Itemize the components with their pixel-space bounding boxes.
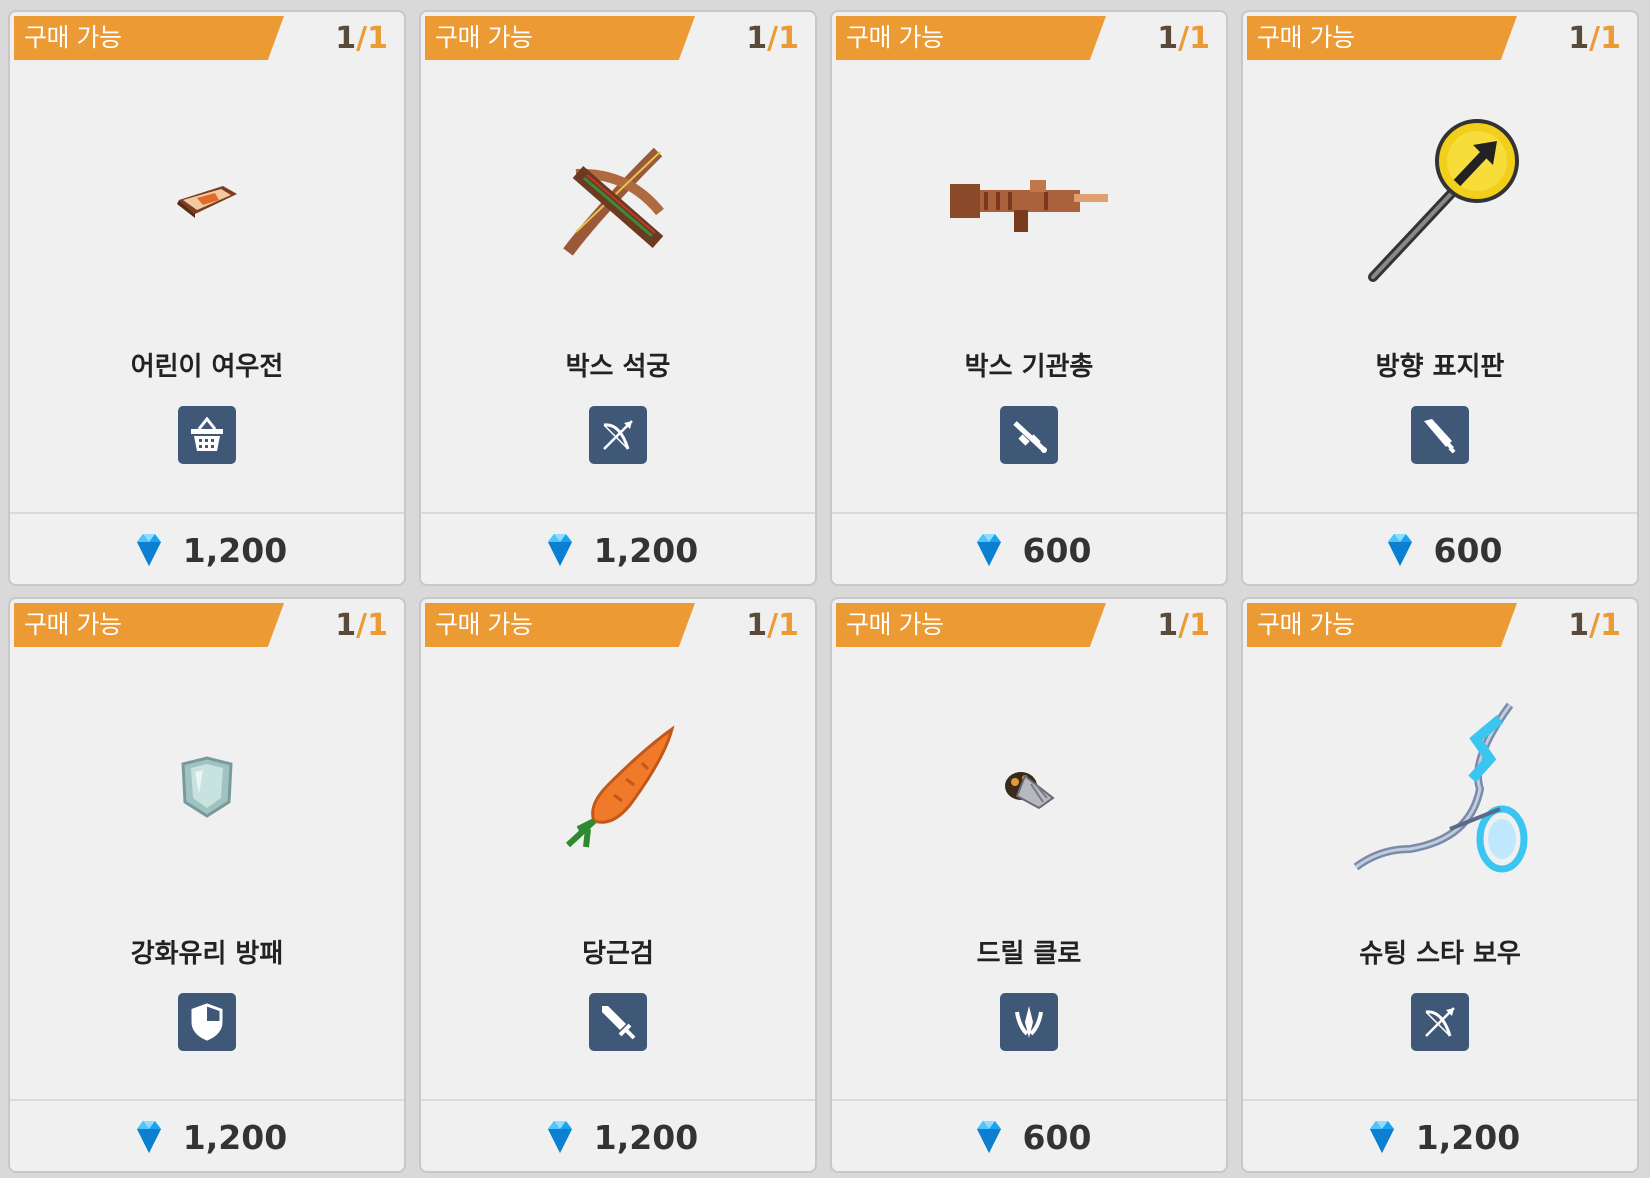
price-row: 1,200: [10, 522, 404, 578]
price-row: 600: [1243, 522, 1637, 578]
availability-ribbon: 구매 가능: [14, 16, 284, 60]
gem-icon: [1369, 1121, 1394, 1153]
gem-icon: [976, 534, 1001, 566]
price-row: 1,200: [10, 1109, 404, 1165]
price-value: 1,200: [593, 530, 699, 570]
stock-count: 1/1: [335, 608, 388, 643]
sword-icon: [589, 993, 647, 1051]
direction-sign-icon: [1243, 82, 1637, 322]
stock-count: 1/1: [746, 21, 799, 56]
price-value: 600: [1433, 530, 1503, 570]
item-name: 강화유리 방패: [130, 939, 284, 969]
item-name: 박스 석궁: [565, 352, 671, 382]
basket-icon: [178, 406, 236, 464]
item-name: 어린이 여우전: [130, 352, 284, 382]
price-row: 600: [832, 522, 1226, 578]
divider: [421, 512, 815, 514]
shop-item-card[interactable]: 구매 가능 1/1 당근검 1,200: [419, 597, 817, 1173]
price-value: 600: [1022, 530, 1092, 570]
availability-ribbon: 구매 가능: [425, 603, 695, 647]
machine-gun-icon: [832, 82, 1226, 322]
shop-grid: 구매 가능 1/1 어린이 여우전 1,200 구매 가능 1/1 박스 석궁 …: [0, 0, 1650, 1178]
availability-ribbon: 구매 가능: [836, 16, 1106, 60]
price-value: 1,200: [182, 530, 288, 570]
shop-item-card[interactable]: 구매 가능 1/1 박스 기관총 600: [830, 10, 1228, 586]
availability-ribbon: 구매 가능: [836, 603, 1106, 647]
shooting-star-bow-icon: [1243, 669, 1637, 909]
stock-count: 1/1: [335, 21, 388, 56]
divider: [10, 512, 404, 514]
price-value: 1,200: [1415, 1117, 1521, 1157]
carrot-sword-icon: [421, 669, 815, 909]
shop-item-card[interactable]: 구매 가능 1/1 어린이 여우전 1,200: [8, 10, 406, 586]
stock-count: 1/1: [1568, 21, 1621, 56]
crossbow-icon: [421, 82, 815, 322]
gem-icon: [547, 1121, 572, 1153]
item-name: 드릴 클로: [976, 939, 1082, 969]
claw-icon: [1000, 993, 1058, 1051]
divider: [10, 1099, 404, 1101]
item-name: 박스 기관총: [964, 352, 1094, 382]
divider: [832, 512, 1226, 514]
item-name: 방향 표지판: [1375, 352, 1505, 382]
gem-icon: [547, 534, 572, 566]
price-value: 1,200: [182, 1117, 288, 1157]
shop-item-card[interactable]: 구매 가능 1/1 방향 표지판 600: [1241, 10, 1639, 586]
divider: [421, 1099, 815, 1101]
stock-count: 1/1: [1157, 608, 1210, 643]
stock-count: 1/1: [1157, 21, 1210, 56]
availability-ribbon: 구매 가능: [1247, 603, 1517, 647]
divider: [1243, 512, 1637, 514]
stock-count: 1/1: [746, 608, 799, 643]
shield-icon: [178, 993, 236, 1051]
availability-ribbon: 구매 가능: [425, 16, 695, 60]
blade-icon: [1411, 406, 1469, 464]
availability-ribbon: 구매 가능: [1247, 16, 1517, 60]
bow-icon: [1411, 993, 1469, 1051]
price-value: 600: [1022, 1117, 1092, 1157]
fox-book-icon: [10, 82, 404, 322]
stock-count: 1/1: [1568, 608, 1621, 643]
shop-item-card[interactable]: 구매 가능 1/1 강화유리 방패 1,200: [8, 597, 406, 1173]
gem-icon: [1387, 534, 1412, 566]
shop-item-card[interactable]: 구매 가능 1/1 슈팅 스타 보우 1,200: [1241, 597, 1639, 1173]
availability-ribbon: 구매 가능: [14, 603, 284, 647]
gem-icon: [136, 1121, 161, 1153]
price-row: 600: [832, 1109, 1226, 1165]
shop-item-card[interactable]: 구매 가능 1/1 박스 석궁 1,200: [419, 10, 817, 586]
bow-icon: [589, 406, 647, 464]
divider: [832, 1099, 1226, 1101]
gem-icon: [136, 534, 161, 566]
item-name: 당근검: [582, 939, 654, 969]
item-name: 슈팅 스타 보우: [1359, 939, 1521, 969]
price-row: 1,200: [1243, 1109, 1637, 1165]
price-row: 1,200: [421, 522, 815, 578]
price-value: 1,200: [593, 1117, 699, 1157]
divider: [1243, 1099, 1637, 1101]
gun-icon: [1000, 406, 1058, 464]
drill-claw-icon: [832, 669, 1226, 909]
glass-shield-icon: [10, 669, 404, 909]
gem-icon: [976, 1121, 1001, 1153]
shop-item-card[interactable]: 구매 가능 1/1 드릴 클로 600: [830, 597, 1228, 1173]
price-row: 1,200: [421, 1109, 815, 1165]
